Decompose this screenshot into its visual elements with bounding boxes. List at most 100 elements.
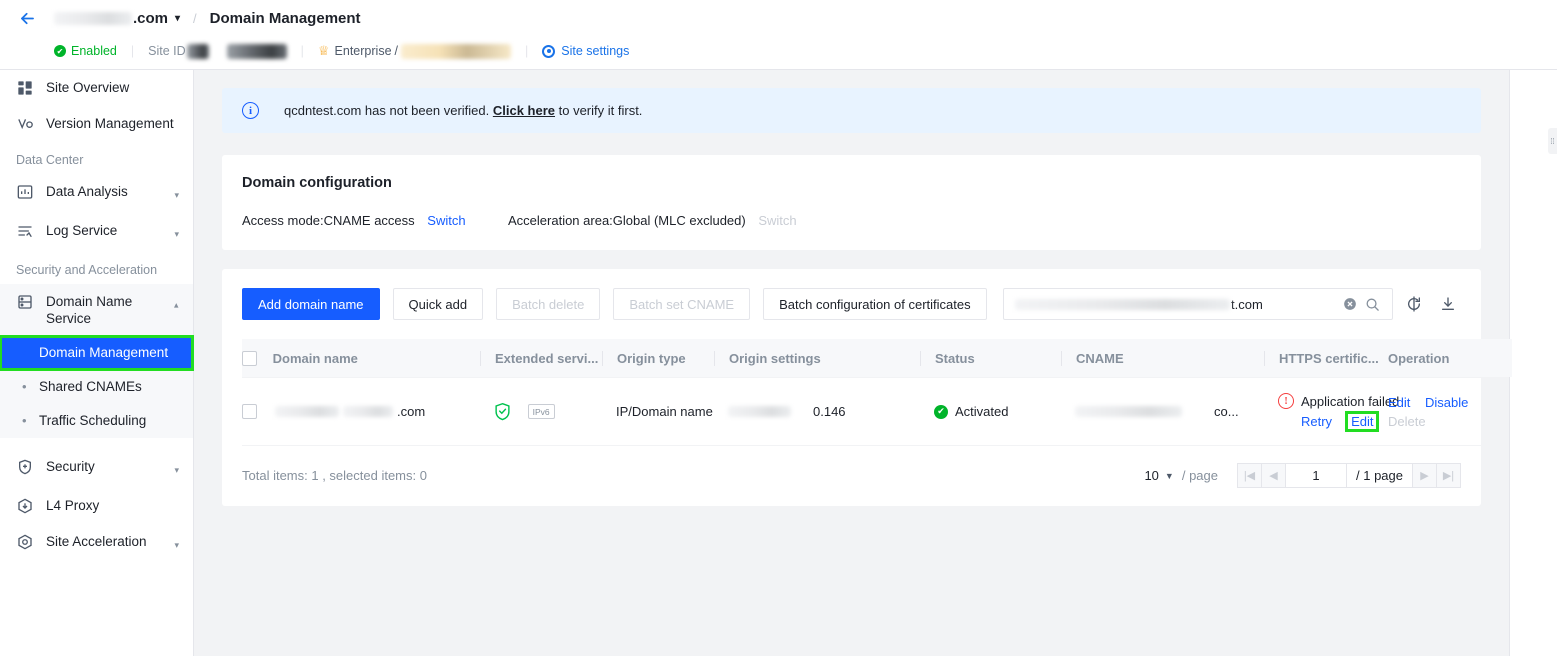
notice-text: qcdntest.com has not been verified. Clic… [284, 103, 642, 118]
cname-redacted [1075, 406, 1182, 418]
chevron-down-icon: ▼ [1164, 470, 1174, 481]
table-row: .com IPv6 IP/Domain name 0.146 ✔ Activat… [242, 377, 1512, 447]
site-id-label: Site ID [148, 44, 186, 58]
check-circle-icon: ✔ [54, 45, 66, 57]
add-domain-name-button[interactable]: Add domain name [242, 288, 380, 320]
chevron-down-icon[interactable]: ▾ [174, 537, 179, 554]
operation-disable-link[interactable]: Disable [1425, 395, 1468, 410]
verification-notice: i qcdntest.com has not been verified. Cl… [222, 88, 1481, 133]
row-checkbox[interactable] [242, 404, 257, 420]
breadcrumb-separator: / [193, 10, 197, 26]
back-arrow-icon[interactable] [14, 5, 40, 31]
table-header-origin-type: Origin type [602, 339, 714, 379]
download-icon[interactable] [1435, 291, 1461, 317]
right-panel-edge [1509, 70, 1557, 656]
first-page-icon[interactable]: |◀ [1237, 463, 1262, 489]
breadcrumb-site-selector[interactable]: .com ▾ [54, 10, 180, 27]
search-input[interactable]: t.com [1003, 288, 1393, 320]
site-name-suffix: .com [133, 9, 169, 27]
verify-link[interactable]: Click here [493, 103, 555, 118]
sidebar-item-security[interactable]: Security ▾ [0, 449, 193, 488]
domain-configuration-rows: Access mode:CNAME access Switch Accelera… [242, 213, 1461, 228]
cell-operation: Edit Disable Delete [1382, 377, 1512, 447]
sidebar-item-domain-management[interactable]: • Domain Management [0, 335, 194, 371]
batch-set-cname-button: Batch set CNAME [613, 288, 751, 320]
sidebar-item-site-overview[interactable]: Site Overview [0, 70, 193, 106]
ipv6-badge: IPv6 [527, 404, 555, 420]
table-header-cname: CNAME [1061, 339, 1264, 379]
table-header-extended-services: Extended servi... [480, 339, 602, 379]
panel-collapse-handle[interactable]: ⁞⁞ [1548, 128, 1557, 154]
domain-table-card: Add domain name Quick add Batch delete B… [222, 269, 1512, 507]
sidebar-item-label: Traffic Scheduling [39, 413, 147, 428]
page-number-input[interactable]: 1 [1285, 463, 1347, 489]
select-all-checkbox[interactable] [242, 351, 257, 367]
operation-edit-link[interactable]: Edit [1388, 395, 1410, 410]
quick-add-button[interactable]: Quick add [392, 288, 484, 320]
divider: | [300, 44, 304, 58]
chevron-down-icon[interactable]: ▾ [174, 462, 179, 479]
cell-cname: co... [1061, 377, 1264, 447]
cname-tail: co... [1214, 404, 1239, 420]
cell-https-certificate: ! Application failed Retry Edit [1264, 377, 1399, 447]
chevron-down-icon[interactable]: ▾ [174, 187, 179, 204]
sidebar-item-domain-name-service[interactable]: Domain Name Service ▾ [0, 284, 193, 336]
sidebar-item-version-management[interactable]: Version Management [0, 106, 193, 142]
gear-icon [542, 44, 556, 58]
sidebar-item-site-acceleration[interactable]: Site Acceleration ▾ [0, 524, 193, 563]
cell-extended-services: IPv6 [480, 377, 602, 447]
sidebar-item-data-analysis[interactable]: Data Analysis ▾ [0, 174, 193, 213]
sidebar: Site Overview Version Management Data Ce… [0, 70, 194, 656]
https-edit-link[interactable]: Edit [1345, 411, 1380, 433]
bullet-icon: • [22, 345, 27, 360]
https-retry-link[interactable]: Retry [1301, 414, 1332, 429]
site-id-value-redacted [186, 43, 209, 59]
sidebar-group-security-acceleration: Security and Acceleration [16, 263, 158, 277]
sidebar-item-log-service[interactable]: Log Service ▾ [0, 213, 193, 252]
table-footer: Total items: 1 , selected items: 0 10 ▼ … [242, 463, 1461, 489]
sidebar-item-label: Security [46, 459, 95, 474]
sidebar-item-label: Site Overview [46, 80, 130, 95]
sidebar-item-label: Log Service [46, 223, 118, 238]
status-badge: ✔ Enabled [54, 44, 117, 58]
plan-label: Enterprise [334, 44, 392, 58]
sidebar-item-traffic-scheduling[interactable]: • Traffic Scheduling [0, 404, 193, 438]
shield-icon [16, 458, 34, 476]
divider: | [130, 44, 135, 58]
page-size-selector[interactable]: 10 ▼ [1144, 468, 1173, 483]
site-settings-label: Site settings [561, 44, 630, 58]
sidebar-item-label: Domain Name Service [46, 294, 133, 326]
table-header-status: Status [920, 339, 1061, 379]
chevron-down-icon[interactable]: ▾ [174, 226, 179, 243]
site-settings-link[interactable]: Site settings [542, 44, 629, 58]
per-page-label: / page [1181, 468, 1218, 484]
table-toolbar: Add domain name Quick add Batch delete B… [242, 288, 1461, 320]
batch-delete-button: Batch delete [496, 288, 601, 320]
prev-page-icon[interactable]: ◀ [1261, 463, 1286, 489]
next-page-icon[interactable]: ▶ [1412, 463, 1437, 489]
batch-configuration-of-certificates-button[interactable]: Batch configuration of certificates [763, 288, 987, 320]
sidebar-item-label: Shared CNAMEs [39, 379, 142, 394]
version-icon [16, 115, 34, 133]
last-page-icon[interactable]: ▶| [1436, 463, 1461, 489]
site-id-value-redacted-2 [226, 43, 287, 59]
notice-text-after: to verify it first. [555, 103, 643, 118]
chevron-down-icon[interactable]: ▾ [175, 13, 180, 24]
sidebar-item-l4-proxy[interactable]: L4 Proxy [0, 488, 193, 524]
sidebar-item-label: Domain Management [39, 345, 169, 360]
refresh-icon[interactable] [1401, 291, 1427, 317]
bullet-icon: • [22, 413, 27, 428]
site-id: Site ID [148, 43, 287, 59]
operation-delete-link: Delete [1388, 413, 1426, 429]
acceleration-area-row: Acceleration area:Global (MLC excluded) … [508, 213, 797, 228]
check-circle-icon: ✔ [934, 404, 948, 419]
search-icon[interactable] [1361, 293, 1383, 315]
access-mode-switch-link[interactable]: Switch [427, 213, 465, 228]
clear-circle-icon[interactable] [1339, 293, 1361, 315]
access-mode-row: Access mode:CNAME access Switch [242, 213, 508, 228]
sidebar-item-shared-cnames[interactable]: • Shared CNAMEs [0, 370, 193, 404]
sidebar-item-label: L4 Proxy [46, 498, 100, 513]
chevron-up-icon[interactable]: ▾ [174, 297, 179, 314]
https-status: Application failed [1301, 394, 1400, 410]
site-meta-row: ✔ Enabled | Site ID | ♕ Enterprise / | S… [0, 36, 1557, 66]
